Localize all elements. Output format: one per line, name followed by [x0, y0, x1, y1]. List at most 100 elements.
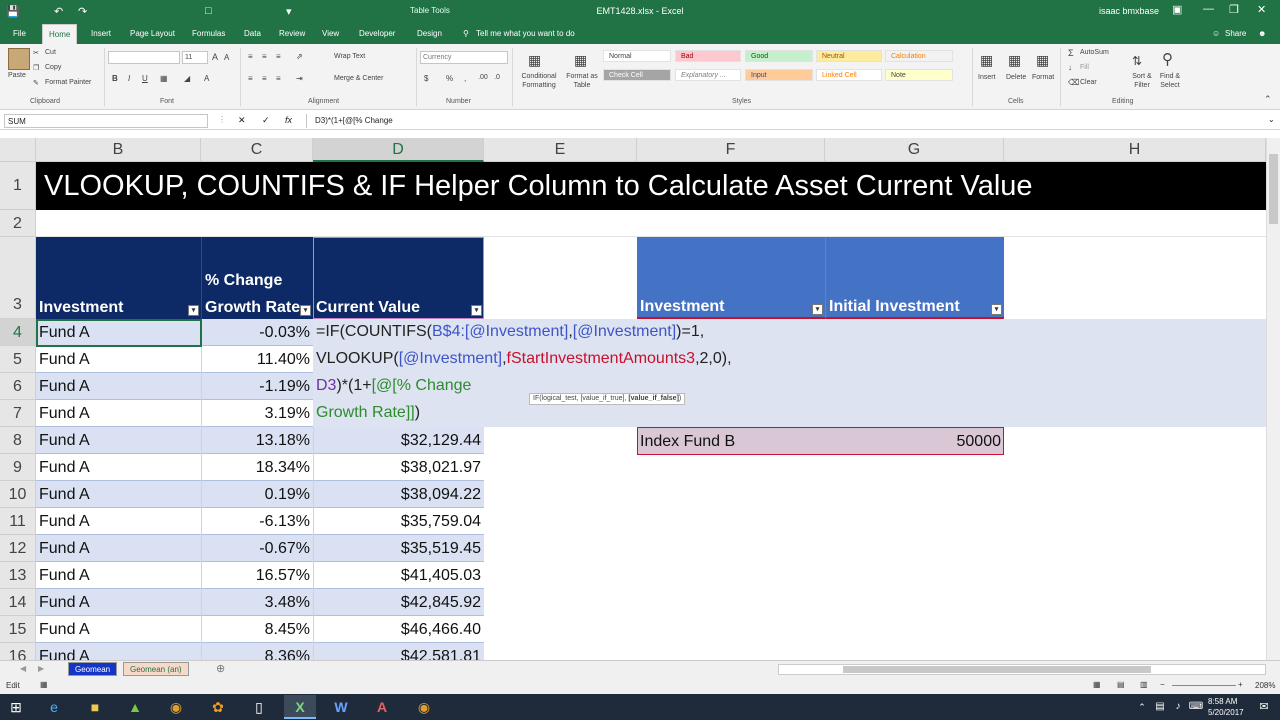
borders-icon[interactable]: ▦ — [160, 74, 168, 83]
increase-decimal-icon[interactable]: .00 — [478, 74, 488, 81]
tab-file[interactable]: File — [13, 29, 26, 38]
cell-investment[interactable]: Fund A — [36, 427, 201, 454]
number-format-box[interactable]: Currency — [420, 51, 508, 64]
style-neutral[interactable]: Neutral — [816, 50, 882, 62]
cell-investment[interactable]: Fund A — [36, 346, 201, 373]
font-size-box[interactable]: 11 — [182, 51, 208, 64]
filter-dropdown-icon[interactable]: ▾ — [991, 304, 1002, 315]
conditional-formatting-icon[interactable]: ▦ — [528, 52, 541, 69]
word-taskbar-icon[interactable]: W — [325, 695, 357, 719]
cell-current-value[interactable]: $41,405.03 — [313, 562, 484, 589]
chrome-icon[interactable]: ◉ — [160, 695, 192, 719]
decrease-font-icon[interactable]: A — [224, 53, 229, 62]
middle-align-icon[interactable]: ≡ — [262, 52, 267, 61]
share-button[interactable]: Share — [1225, 29, 1246, 38]
accounting-icon[interactable]: $ — [424, 74, 428, 83]
align-left-icon[interactable]: ≡ — [248, 74, 253, 83]
chrome-taskbar-icon[interactable]: ◉ — [408, 695, 440, 719]
clear-icon[interactable]: ⌫ — [1068, 78, 1079, 87]
row-header[interactable]: 14 — [0, 589, 36, 616]
expand-formula-icon[interactable]: ⌄ — [1268, 115, 1275, 124]
firefox-icon[interactable]: ✿ — [202, 695, 234, 719]
header-current-value[interactable]: Current Value ▾ — [313, 237, 484, 319]
column-header[interactable]: H — [1004, 138, 1266, 162]
header-change[interactable]: % Change Growth Rate ▾ — [201, 237, 313, 319]
tell-me-box[interactable]: Tell me what you want to do — [476, 29, 575, 38]
style-check-cell[interactable]: Check Cell — [603, 69, 671, 81]
wrap-text-button[interactable]: Wrap Text — [334, 53, 365, 60]
clock-date[interactable]: 5/20/2017 — [1208, 708, 1244, 717]
filter-dropdown-icon[interactable]: ▾ — [471, 305, 482, 316]
cell-change[interactable]: 11.40% — [201, 346, 313, 373]
share-icon[interactable]: ☺ — [1212, 29, 1220, 38]
row-header[interactable]: 5 — [0, 346, 36, 373]
fill-button[interactable]: Fill — [1080, 64, 1089, 71]
edge-icon[interactable]: e — [38, 695, 70, 719]
bottom-align-icon[interactable]: ≡ — [276, 52, 281, 61]
tab-page-layout[interactable]: Page Layout — [130, 29, 175, 38]
filter-dropdown-icon[interactable]: ▾ — [812, 304, 823, 315]
close-icon[interactable]: ✕ — [1257, 3, 1266, 16]
cell-change[interactable]: 16.57% — [201, 562, 313, 589]
next-sheet-icon[interactable]: ▶ — [38, 664, 44, 673]
cell-current-value[interactable]: $42,581.81 — [313, 643, 484, 660]
cancel-entry-icon[interactable]: ✕ — [238, 115, 246, 126]
cell-change[interactable]: 0.19% — [201, 481, 313, 508]
top-align-icon[interactable]: ≡ — [248, 52, 253, 61]
cell-investment[interactable]: Fund A — [36, 535, 201, 562]
row-header[interactable]: 15 — [0, 616, 36, 643]
excel-taskbar-icon[interactable]: X — [284, 695, 316, 719]
access-taskbar-icon[interactable]: A — [366, 695, 398, 719]
ribbon-display-icon[interactable]: ▣ — [1172, 3, 1182, 16]
collapse-ribbon-icon[interactable]: ⌃ — [1264, 94, 1272, 105]
cell-current-value[interactable]: $46,466.40 — [313, 616, 484, 643]
conditional-formatting-button[interactable]: Conditional Formatting — [517, 72, 561, 90]
comma-icon[interactable]: , — [464, 74, 466, 83]
insert-function-icon[interactable]: fx — [285, 115, 292, 125]
clear-button[interactable]: Clear — [1080, 79, 1097, 86]
document-icon[interactable]: ▯ — [243, 695, 275, 719]
cell-change[interactable]: 13.18% — [201, 427, 313, 454]
prev-sheet-icon[interactable]: ◀ — [20, 664, 26, 673]
worksheet-grid[interactable]: B C D E F G H 1 2 3 4 5 6 7 8 9 10 11 12… — [0, 138, 1266, 660]
italic-icon[interactable]: I — [128, 74, 130, 83]
column-header[interactable]: G — [825, 138, 1004, 162]
macro-record-icon[interactable]: ▦ — [40, 680, 48, 689]
lookup-row-name[interactable]: Index Fund B — [637, 428, 825, 455]
fill-color-icon[interactable]: ◢ — [184, 74, 190, 83]
sheet-tab-geomean-an[interactable]: Geomean (an) — [123, 662, 189, 676]
orientation-icon[interactable]: ⇗ — [296, 52, 303, 61]
cell-investment[interactable]: Fund A — [36, 400, 201, 427]
tab-home[interactable]: Home — [42, 24, 78, 44]
tab-insert[interactable]: Insert — [91, 29, 111, 38]
font-color-icon[interactable]: A — [204, 74, 209, 83]
horizontal-scrollbar-thumb[interactable] — [843, 666, 1151, 673]
tab-design[interactable]: Design — [417, 29, 442, 38]
lookup-header-initial[interactable]: Initial Investment ▾ — [825, 237, 1004, 319]
cell-investment[interactable]: Fund A — [36, 481, 201, 508]
row-header[interactable]: 10 — [0, 481, 36, 508]
indent-icon[interactable]: ⇥ — [296, 74, 303, 83]
zoom-slider[interactable] — [1172, 685, 1236, 686]
row-header[interactable]: 6 — [0, 373, 36, 400]
bold-icon[interactable]: B — [112, 74, 118, 83]
row-header[interactable]: 3 — [0, 237, 36, 319]
horizontal-scrollbar[interactable] — [778, 664, 1266, 675]
copy-icon[interactable]: ❐ — [33, 64, 39, 72]
style-input[interactable]: Input — [745, 69, 813, 81]
normal-view-icon[interactable]: ▦ — [1093, 680, 1101, 689]
row-header[interactable]: 13 — [0, 562, 36, 589]
cell-investment[interactable]: Fund A — [36, 589, 201, 616]
header-investment[interactable]: Investment ▾ — [36, 237, 201, 319]
format-painter-icon[interactable]: ✎ — [33, 79, 39, 87]
cell-investment[interactable]: Fund A — [36, 508, 201, 535]
align-right-icon[interactable]: ≡ — [276, 74, 281, 83]
lookup-header-investment[interactable]: Investment ▾ — [637, 237, 825, 319]
column-header[interactable]: E — [484, 138, 637, 162]
scrollbar-thumb[interactable] — [1269, 154, 1278, 224]
confirm-entry-icon[interactable]: ✓ — [262, 115, 270, 126]
style-note[interactable]: Note — [885, 69, 953, 81]
autosum-icon[interactable]: Σ — [1068, 48, 1074, 58]
cell-change[interactable]: 3.19% — [201, 400, 313, 427]
style-calculation[interactable]: Calculation — [885, 50, 953, 62]
